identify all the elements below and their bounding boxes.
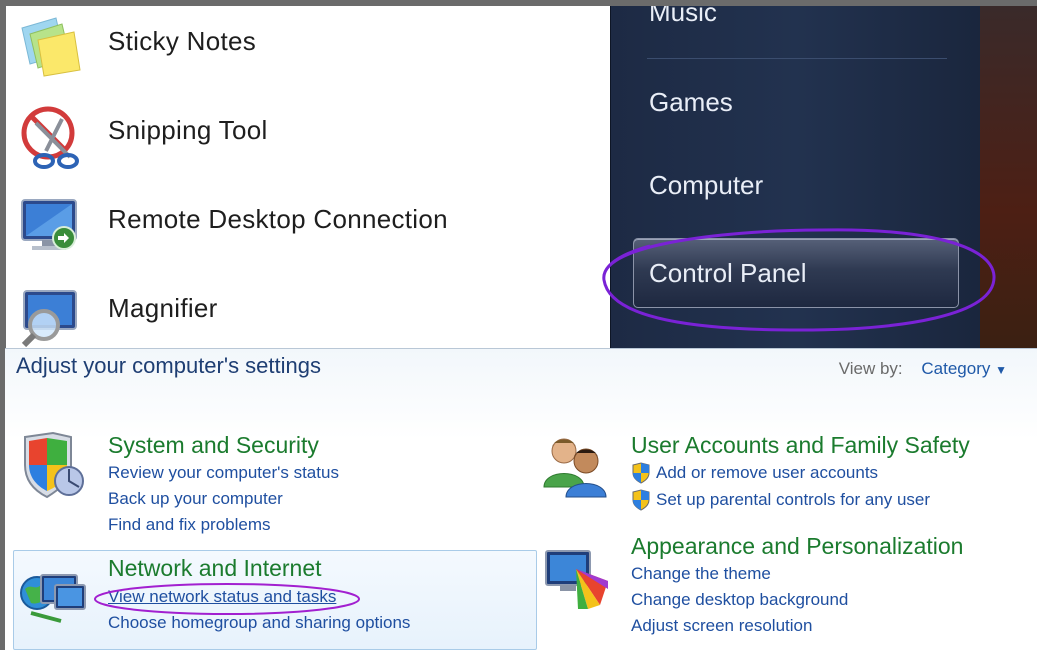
link-add-remove-accounts[interactable]: Add or remove user accounts [656, 463, 878, 483]
program-remote-desktop[interactable]: Remote Desktop Connection [6, 184, 606, 264]
program-label: Remote Desktop Connection [108, 204, 448, 234]
frame-left [0, 0, 6, 348]
sticky-notes-icon [21, 17, 81, 77]
category-user-accounts[interactable]: User Accounts and Family Safety [631, 432, 970, 459]
annotation-ellipse [602, 228, 996, 332]
control-panel-window: Adjust your computer's settings View by:… [5, 348, 1037, 650]
program-sticky-notes[interactable]: Sticky Notes [6, 6, 606, 86]
program-label: Magnifier [108, 293, 218, 323]
view-by-label: View by: [838, 359, 903, 378]
view-by: View by: Category ▼ [839, 359, 1007, 379]
network-globe-icon [20, 574, 86, 623]
link-backup[interactable]: Back up your computer [108, 489, 283, 509]
link-parental-controls[interactable]: Set up parental controls for any user [656, 490, 930, 510]
link-find-fix[interactable]: Find and fix problems [108, 515, 271, 535]
category-appearance[interactable]: Appearance and Personalization [631, 533, 963, 560]
page-title: Adjust your computer's settings [16, 353, 322, 378]
appearance-icon [545, 550, 608, 609]
program-snipping-tool[interactable]: Snipping Tool [6, 95, 606, 175]
uac-shield-icon [632, 462, 650, 484]
link-change-theme[interactable]: Change the theme [631, 564, 771, 584]
start-link-games[interactable]: Games [649, 87, 733, 118]
link-review-status[interactable]: Review your computer's status [108, 463, 339, 483]
program-magnifier[interactable]: Magnifier [6, 273, 606, 348]
users-icon [543, 438, 607, 498]
link-screen-resolution[interactable]: Adjust screen resolution [631, 616, 812, 636]
program-label: Snipping Tool [108, 115, 268, 145]
link-change-background[interactable]: Change desktop background [631, 590, 848, 610]
separator [647, 58, 947, 59]
frame-top [0, 0, 1037, 6]
chevron-down-icon[interactable]: ▼ [995, 363, 1007, 377]
category-system-security[interactable]: System and Security [108, 432, 319, 459]
remote-desktop-icon [21, 199, 77, 250]
view-by-dropdown[interactable]: Category [921, 359, 990, 378]
snipping-tool-icon [21, 106, 79, 169]
magnifier-icon [21, 290, 77, 347]
start-link-computer[interactable]: Computer [649, 170, 763, 201]
uac-shield-icon [632, 489, 650, 511]
annotation-ellipse [94, 583, 360, 615]
category-network-internet[interactable]: Network and Internet [108, 555, 322, 582]
start-menu-programs: Sticky Notes Snipping Tool Remote Deskto… [6, 6, 610, 348]
program-label: Sticky Notes [108, 26, 257, 56]
start-menu: Sticky Notes Snipping Tool Remote Deskto… [0, 0, 1037, 348]
security-shield-icon [24, 431, 84, 499]
